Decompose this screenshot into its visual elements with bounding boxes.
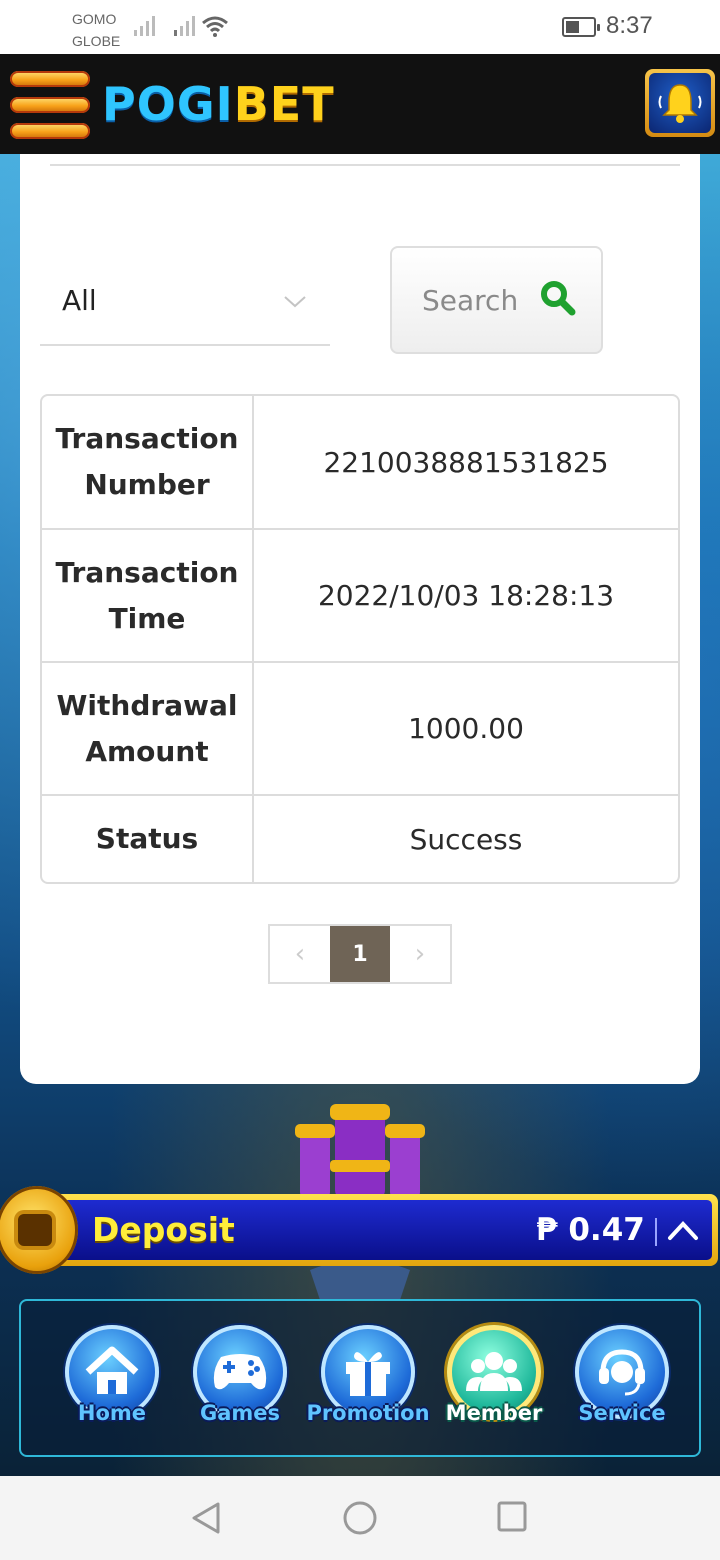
- table-row: Transaction Time 2022/10/03 18:28:13: [42, 530, 678, 663]
- nav-item-games[interactable]: Games: [177, 1325, 297, 1439]
- bottom-nav: Home Games Promotion Member Service: [19, 1299, 701, 1457]
- row-value: 2210038881531825: [323, 445, 609, 479]
- nav-item-service[interactable]: Service: [559, 1325, 679, 1439]
- bell-icon: [658, 84, 702, 123]
- row-value: 2022/10/03 18:28:13: [317, 579, 615, 612]
- search-button[interactable]: Search: [390, 246, 603, 354]
- nav-label: Member: [445, 1401, 543, 1425]
- carrier-names: GOMO GLOBE: [72, 8, 120, 52]
- transaction-detail-table: Transaction Number 2210038881531825 Tran…: [40, 394, 680, 884]
- search-icon: [541, 281, 576, 316]
- nav-item-home[interactable]: Home: [49, 1325, 169, 1439]
- battery-icon: [562, 17, 600, 37]
- nav-label: Service: [578, 1401, 666, 1425]
- filter-selected-value: All: [62, 284, 97, 317]
- row-label: Withdrawal Amount: [42, 663, 254, 794]
- nav-label: Promotion: [306, 1401, 430, 1425]
- recents-icon[interactable]: [496, 1500, 528, 1534]
- clock: 8:37: [606, 12, 653, 39]
- deposit-button[interactable]: Deposit: [92, 1210, 235, 1249]
- signal-icon: [134, 16, 155, 36]
- hamburger-menu-icon[interactable]: [10, 71, 90, 139]
- wallet-balance: ₱ 0.47: [536, 1212, 645, 1248]
- home-circle-icon[interactable]: [342, 1500, 378, 1536]
- next-page-button[interactable]: ›: [390, 926, 450, 982]
- divider: [655, 1218, 657, 1246]
- status-filter-select[interactable]: All: [40, 262, 330, 346]
- nav-item-member[interactable]: Member: [431, 1325, 551, 1439]
- table-row: Status Success: [42, 796, 678, 882]
- prev-page-button[interactable]: ‹: [270, 926, 330, 982]
- signal-icon: [174, 16, 195, 36]
- chevron-down-icon: [284, 296, 306, 308]
- search-label: Search: [422, 284, 519, 317]
- row-value: Success: [409, 822, 523, 856]
- row-label: Status: [42, 796, 254, 882]
- notification-button[interactable]: [645, 69, 715, 137]
- carrier-2: GLOBE: [72, 33, 121, 49]
- current-page[interactable]: 1: [330, 926, 390, 982]
- chevron-up-icon[interactable]: [664, 1212, 702, 1250]
- nav-label: Games: [199, 1401, 281, 1425]
- carrier-1: GOMO: [72, 11, 117, 27]
- row-label: Transaction Time: [42, 530, 254, 661]
- pogibet-logo[interactable]: POGIBET: [102, 78, 335, 130]
- pagination: ‹ 1 ›: [268, 924, 452, 984]
- divider: [50, 164, 680, 166]
- table-row: Withdrawal Amount 1000.00: [42, 663, 678, 796]
- withdrawal-record-card: All Search Transaction Number 2210038881…: [20, 154, 700, 1084]
- back-icon[interactable]: [190, 1500, 222, 1536]
- row-value: 1000.00: [408, 712, 524, 745]
- nav-label: Home: [77, 1401, 147, 1425]
- app-header: POGIBET: [0, 54, 720, 154]
- table-row: Transaction Number 2210038881531825: [42, 396, 678, 530]
- wifi-icon: [202, 16, 228, 37]
- status-bar: GOMO GLOBE 8:37: [0, 0, 720, 54]
- row-label: Transaction Number: [42, 396, 254, 528]
- logo-text-part1: POGI: [102, 77, 234, 131]
- system-navigation-bar: [0, 1476, 720, 1560]
- nav-item-promotion[interactable]: Promotion: [305, 1325, 430, 1439]
- logo-text-part2: BET: [233, 77, 335, 131]
